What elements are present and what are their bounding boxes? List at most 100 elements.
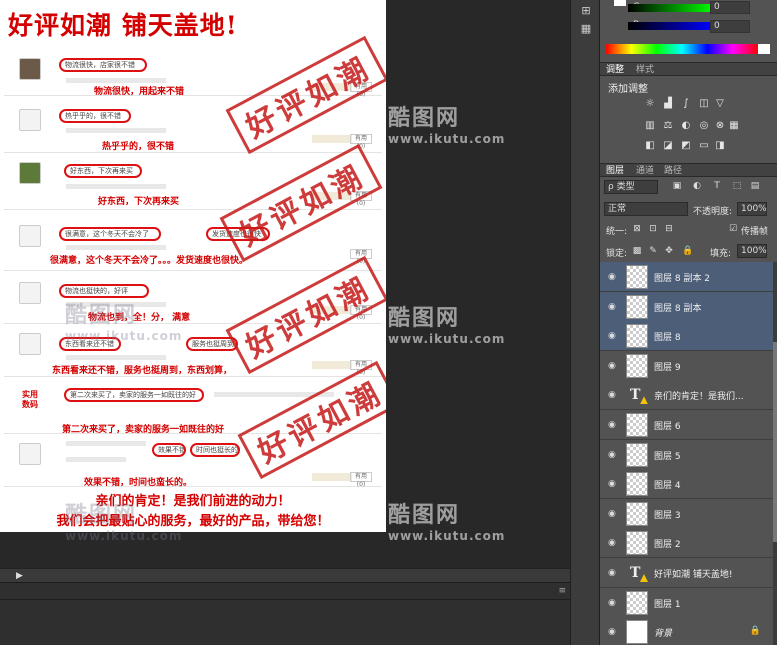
propagate-checkbox[interactable]: ☑ bbox=[728, 224, 738, 234]
visibility-eye-icon[interactable]: ◉ bbox=[608, 627, 616, 637]
visibility-eye-icon[interactable]: ◉ bbox=[608, 302, 616, 312]
visibility-eye-icon[interactable]: ◉ bbox=[608, 479, 616, 489]
layer-row[interactable]: ◉ 背景 🔒 bbox=[600, 617, 773, 645]
fill-field[interactable]: 100% bbox=[737, 244, 767, 258]
tab-adjustments[interactable]: 调整 bbox=[606, 64, 624, 76]
visibility-eye-icon[interactable]: ◉ bbox=[608, 390, 616, 400]
swatches-panel-icon[interactable]: ▦ bbox=[578, 22, 594, 36]
invert-icon[interactable]: ◧ bbox=[644, 140, 656, 151]
watermark: 酷图网 www.ikutu.com bbox=[65, 497, 182, 543]
visibility-eye-icon[interactable]: ◉ bbox=[608, 568, 616, 578]
blend-mode-select[interactable]: 正常 bbox=[604, 202, 688, 216]
visibility-eye-icon[interactable]: ◉ bbox=[608, 509, 616, 519]
watermark-url: www.ikutu.com bbox=[388, 529, 506, 543]
color-panel-icon[interactable]: ⊞ bbox=[578, 4, 594, 18]
layer-name: 图层 8 副本 2 bbox=[654, 274, 711, 284]
review-note: 效果不错，时间也蛮长的。 bbox=[84, 478, 193, 488]
canvas-area[interactable]: 好评如潮 铺天盖地! 物流很快，店家很不错 物流很快，用起来不错 有用(0) 热… bbox=[0, 0, 570, 568]
gradient-map-icon[interactable]: ▭ bbox=[698, 140, 710, 151]
unify-style-icon[interactable]: ⊟ bbox=[664, 224, 674, 234]
unify-visibility-icon[interactable]: ⊡ bbox=[648, 224, 658, 234]
tab-channels[interactable]: 通道 bbox=[636, 165, 654, 177]
g-value-field[interactable]: 0 bbox=[710, 1, 750, 14]
threshold-icon[interactable]: ◩ bbox=[680, 140, 692, 151]
layer-kind-filter[interactable]: ρ 类型 bbox=[604, 180, 658, 194]
layer-row[interactable]: ◉ 图层 8 副本 2 bbox=[600, 262, 773, 292]
filter-shape-icon[interactable]: ⬚ bbox=[732, 181, 742, 191]
levels-icon[interactable]: ▟ bbox=[662, 98, 674, 109]
layer-row[interactable]: ◉ 图层 4 bbox=[600, 469, 773, 500]
white-swatch[interactable] bbox=[758, 44, 770, 54]
brightness-icon[interactable]: ☼ bbox=[644, 98, 656, 109]
filter-pixel-icon[interactable]: ▣ bbox=[672, 181, 682, 191]
b-slider[interactable] bbox=[628, 22, 713, 30]
review-bubble: 时间也挺长的 bbox=[190, 443, 240, 457]
layer-row[interactable]: ◉ 图层 8 副本 bbox=[600, 291, 773, 322]
tab-styles[interactable]: 样式 bbox=[636, 64, 654, 76]
panel-menu-icon[interactable]: ≡ bbox=[558, 586, 566, 596]
visibility-eye-icon[interactable]: ◉ bbox=[608, 538, 616, 548]
selective-color-icon[interactable]: ◨ bbox=[714, 140, 726, 151]
layer-thumbnail bbox=[626, 620, 648, 645]
scrollbar-thumb[interactable] bbox=[773, 342, 777, 542]
tab-layers[interactable]: 图层 bbox=[606, 165, 624, 177]
color-spectrum[interactable] bbox=[606, 44, 758, 54]
layer-row[interactable]: ◉ 图层 6 bbox=[600, 410, 773, 440]
filter-smart-icon[interactable]: ▤ bbox=[750, 181, 760, 191]
vibrance-icon[interactable]: ▽ bbox=[714, 98, 726, 109]
layers-scrollbar[interactable] bbox=[773, 262, 777, 645]
lock-transparent-icon[interactable]: ▩ bbox=[632, 246, 642, 256]
tab-paths[interactable]: 路径 bbox=[664, 165, 682, 177]
visibility-eye-icon[interactable]: ◉ bbox=[608, 361, 616, 371]
curves-icon[interactable]: ∫ bbox=[680, 98, 692, 109]
opacity-field[interactable]: 100% bbox=[737, 202, 767, 216]
watermark-brand: 酷图网 bbox=[65, 303, 138, 328]
color-lookup-icon[interactable]: ▦ bbox=[728, 120, 740, 131]
useful-button[interactable]: 有用(0) bbox=[350, 134, 372, 150]
watermark-brand: 酷图网 bbox=[388, 503, 461, 528]
watermark: 酷图网 www.ikutu.com bbox=[65, 297, 182, 343]
avatar bbox=[19, 333, 41, 355]
b-value-field[interactable]: 0 bbox=[710, 20, 750, 33]
layer-row[interactable]: ◉ 图层 8 bbox=[600, 321, 773, 352]
posterize-icon[interactable]: ◪ bbox=[662, 140, 674, 151]
layer-row[interactable]: ◉ 图层 2 bbox=[600, 528, 773, 559]
exposure-icon[interactable]: ◫ bbox=[698, 98, 710, 109]
layer-name: 背景 bbox=[654, 629, 673, 640]
g-slider[interactable] bbox=[628, 4, 713, 12]
channel-mixer-icon[interactable]: ⊗ bbox=[714, 120, 726, 131]
filter-type-icon[interactable]: T bbox=[712, 181, 722, 191]
play-icon[interactable]: ▶ bbox=[16, 571, 28, 581]
layer-row[interactable]: ◉ T 好评如潮 铺天盖地! bbox=[600, 558, 773, 588]
visibility-eye-icon[interactable]: ◉ bbox=[608, 598, 616, 608]
warning-icon bbox=[640, 574, 648, 582]
layer-row[interactable]: ◉ 图层 5 bbox=[600, 439, 773, 470]
foreground-swatch[interactable] bbox=[614, 0, 626, 6]
visibility-eye-icon[interactable]: ◉ bbox=[608, 450, 616, 460]
text-layer-icon: T bbox=[630, 565, 641, 581]
color-balance-icon[interactable]: ⚖ bbox=[662, 120, 674, 131]
visibility-eye-icon[interactable]: ◉ bbox=[608, 420, 616, 430]
useful-button[interactable]: 有用(0) bbox=[350, 472, 372, 488]
hue-saturation-icon[interactable]: ▥ bbox=[644, 120, 656, 131]
layer-name: 图层 6 bbox=[654, 422, 681, 432]
black-white-icon[interactable]: ◐ bbox=[680, 120, 692, 131]
layer-row[interactable]: ◉ T 亲们的肯定！是我们... bbox=[600, 380, 773, 411]
filter-adjust-icon[interactable]: ◐ bbox=[692, 181, 702, 191]
layer-row[interactable]: ◉ 图层 9 bbox=[600, 350, 773, 381]
lock-pixels-icon[interactable]: ✎ bbox=[648, 246, 658, 256]
review-bubble: 物流很快，店家很不错 bbox=[59, 58, 147, 72]
lock-all-icon[interactable]: 🔒 bbox=[682, 246, 693, 256]
layer-row[interactable]: ◉ 图层 3 bbox=[600, 498, 773, 529]
document-canvas[interactable]: 好评如潮 铺天盖地! 物流很快，店家很不错 物流很快，用起来不错 有用(0) 热… bbox=[0, 0, 386, 532]
photo-filter-icon[interactable]: ◎ bbox=[698, 120, 710, 131]
layer-name: 图层 1 bbox=[654, 599, 681, 610]
color-panel: G 0 B 0 bbox=[600, 0, 777, 60]
lock-position-icon[interactable]: ✥ bbox=[664, 246, 674, 256]
layer-thumbnail bbox=[626, 265, 648, 289]
layer-row[interactable]: ◉ 图层 1 bbox=[600, 587, 773, 618]
unify-position-icon[interactable]: ⊠ bbox=[632, 224, 642, 234]
visibility-eye-icon[interactable]: ◉ bbox=[608, 272, 616, 282]
visibility-eye-icon[interactable]: ◉ bbox=[608, 331, 616, 341]
layer-name: 图层 3 bbox=[654, 510, 681, 521]
